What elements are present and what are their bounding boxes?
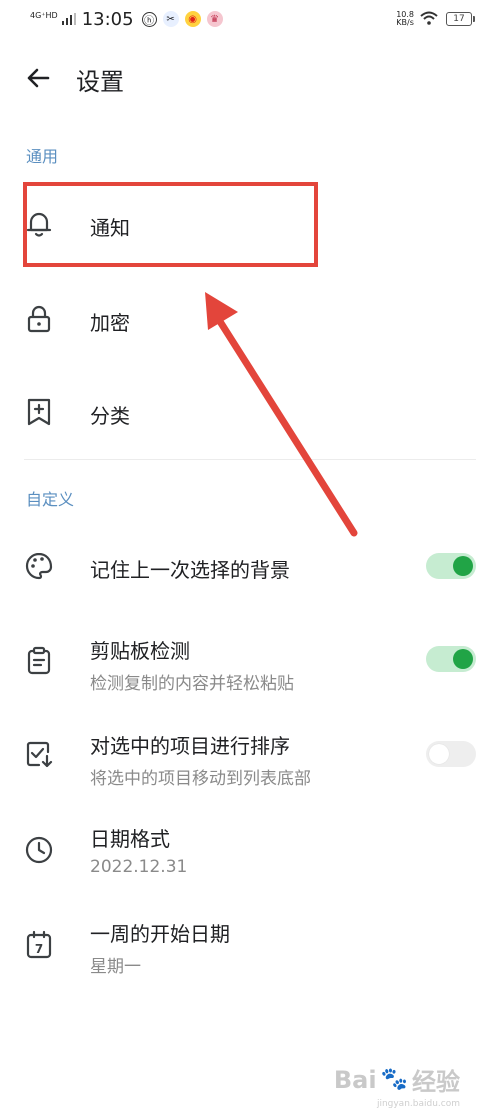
battery-icon: 17 — [446, 12, 475, 26]
settings-item-date-format[interactable]: 日期格式 2022.12.31 — [0, 815, 500, 889]
bookmark-plus-icon — [24, 397, 54, 427]
toggle-knob — [453, 556, 473, 576]
section-divider — [24, 459, 476, 460]
baidu-jingyan-watermark: Bai 🐾 经验 — [334, 1062, 460, 1097]
settings-item-remember-background[interactable]: 记住上一次选择的背景 — [0, 530, 500, 604]
network-speed: 10.8 KB/s — [396, 11, 414, 27]
clock-icon — [24, 835, 54, 865]
watermark-domain: jingyan.baidu.com — [376, 1099, 460, 1109]
clipboard-detection-description: 检测复制的内容并轻松粘贴 — [90, 674, 294, 694]
remember-background-label: 记住上一次选择的背景 — [90, 558, 290, 582]
signal-icon — [61, 10, 76, 29]
network-indicator: 4G⁺HD — [30, 11, 58, 20]
settings-item-encryption[interactable]: 加密 — [0, 280, 500, 360]
calendar-icon: 7 — [24, 930, 54, 960]
paw-icon: 🐾 — [380, 1067, 408, 1092]
status-bar-right: 10.8 KB/s 17 — [396, 8, 475, 30]
week-start-label: 一周的开始日期 — [90, 922, 230, 946]
settings-item-week-start[interactable]: 7 一周的开始日期 星期一 — [0, 910, 500, 984]
calendar-icon-day: 7 — [35, 942, 43, 956]
page-title: 设置 — [76, 68, 124, 96]
sort-selected-toggle[interactable] — [426, 741, 476, 767]
settings-item-clipboard-detection[interactable]: 剪贴板检测 检测复制的内容并轻松粘贴 — [0, 625, 500, 699]
app-notification-icon: ⓗ — [141, 11, 157, 27]
app-notification-icon: ✂ — [162, 11, 179, 27]
sort-selected-description: 将选中的项目移动到列表底部 — [90, 769, 311, 789]
network-speed-unit: KB/s — [396, 18, 414, 27]
toggle-knob — [429, 744, 449, 764]
sort-selected-label: 对选中的项目进行排序 — [90, 734, 290, 758]
date-format-label: 日期格式 — [90, 827, 170, 851]
settings-item-sort-selected[interactable]: 对选中的项目进行排序 将选中的项目移动到列表底部 — [0, 720, 500, 794]
annotation-highlight-box — [23, 182, 318, 267]
section-header-general: 通用 — [26, 147, 59, 166]
status-bar-left: 4G⁺HD 13:05 ⓗ ✂ ◉ ♛ — [30, 8, 229, 30]
date-format-value: 2022.12.31 — [90, 857, 188, 877]
remember-background-toggle[interactable] — [426, 553, 476, 579]
settings-item-category[interactable]: 分类 — [0, 373, 500, 453]
watermark-brand-left: Bai — [333, 1065, 377, 1094]
clipboard-detection-label: 剪贴板检测 — [90, 639, 190, 663]
section-header-custom: 自定义 — [26, 490, 75, 509]
checkbox-sort-icon — [24, 739, 54, 769]
wifi-icon — [420, 10, 438, 29]
app-notification-icon: ♛ — [206, 11, 223, 27]
category-label: 分类 — [90, 404, 130, 428]
clipboard-icon — [24, 646, 54, 676]
weibo-icon: ◉ — [184, 11, 201, 27]
back-arrow-icon[interactable] — [24, 64, 52, 92]
status-time: 13:05 — [81, 8, 134, 30]
watermark-brand-right: 经验 — [412, 1068, 460, 1096]
toggle-knob — [453, 649, 473, 669]
encryption-label: 加密 — [90, 311, 130, 335]
palette-icon — [24, 551, 54, 581]
clipboard-detection-toggle[interactable] — [426, 646, 476, 672]
lock-icon — [24, 304, 54, 334]
week-start-value: 星期一 — [90, 957, 141, 977]
